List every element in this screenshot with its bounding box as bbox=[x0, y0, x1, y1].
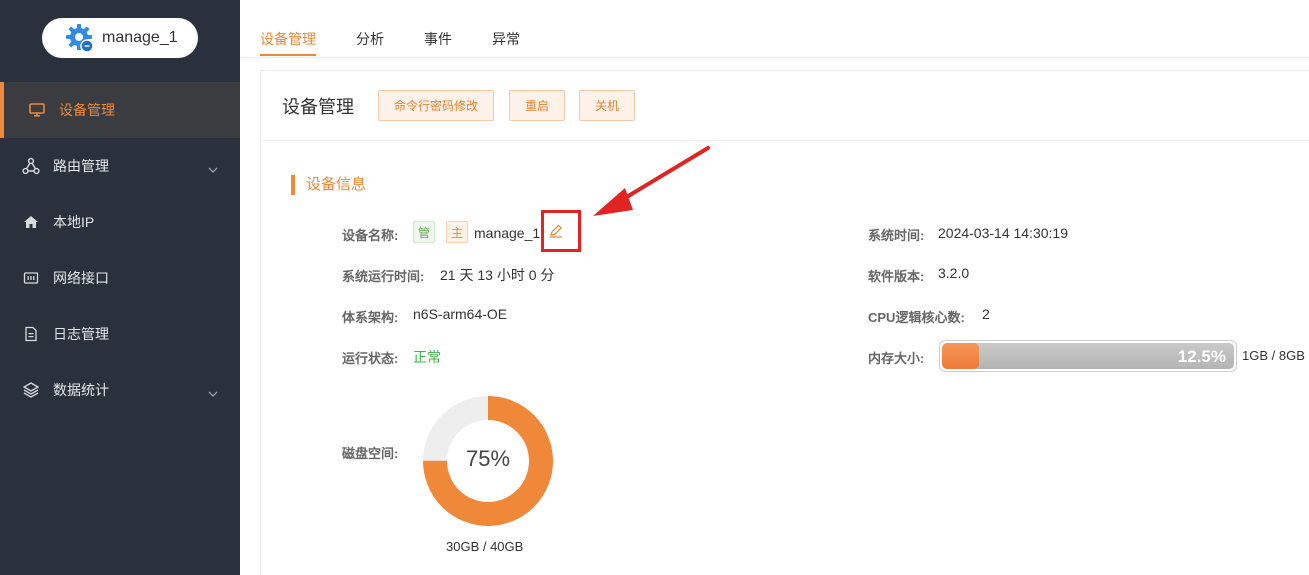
memory-label: 内存大小: bbox=[868, 351, 925, 366]
document-icon bbox=[22, 325, 40, 343]
tab-exceptions[interactable]: 异常 bbox=[492, 29, 520, 49]
memory-progress-fill bbox=[942, 343, 979, 369]
disk-label: 磁盘空间: bbox=[342, 446, 399, 461]
status-value: 正常 bbox=[413, 349, 441, 365]
device-name-label: 设备名称: bbox=[342, 228, 399, 243]
sidebar-item-label: 路由管理 bbox=[53, 158, 109, 174]
tab-device-management[interactable]: 设备管理 bbox=[260, 29, 316, 49]
sidebar-item-label: 本地IP bbox=[53, 214, 95, 230]
sidebar-item-log-management[interactable]: 日志管理 bbox=[0, 306, 240, 362]
software-version-value: 3.2.0 bbox=[938, 265, 970, 281]
device-management-card: 设备管理 命令行密码修改 重启 关机 bbox=[260, 70, 1309, 575]
layers-icon bbox=[22, 381, 40, 399]
sidebar-item-device-management[interactable]: 设备管理 bbox=[0, 82, 240, 138]
uptime-label: 系统运行时间: bbox=[342, 269, 425, 284]
memory-size: 1GB / 8GB bbox=[1242, 348, 1305, 363]
software-version-label: 软件版本: bbox=[868, 269, 925, 284]
master-tag: 主 bbox=[446, 221, 468, 243]
active-tab-indicator bbox=[260, 54, 316, 56]
manage-tag: 管 bbox=[413, 221, 435, 243]
chevron-down-icon bbox=[208, 160, 218, 176]
sidebar-item-route-management[interactable]: 路由管理 bbox=[0, 138, 240, 194]
sidebar: manage_1 设备管理 路由管理 本地IP 网络接口 日志管理 数据统计 bbox=[0, 0, 240, 575]
status-label: 运行状态: bbox=[342, 351, 399, 366]
device-selector[interactable]: manage_1 bbox=[42, 18, 198, 58]
shutdown-button[interactable]: 关机 bbox=[579, 90, 635, 121]
sidebar-item-local-ip[interactable]: 本地IP bbox=[0, 194, 240, 250]
sidebar-item-data-statistics[interactable]: 数据统计 bbox=[0, 362, 240, 418]
sidebar-item-label: 设备管理 bbox=[59, 102, 115, 118]
chevron-down-icon bbox=[208, 384, 218, 400]
sidebar-menu: 设备管理 路由管理 本地IP 网络接口 日志管理 数据统计 bbox=[0, 82, 240, 418]
sidebar-item-network-interface[interactable]: 网络接口 bbox=[0, 250, 240, 306]
sidebar-item-label: 数据统计 bbox=[53, 382, 109, 398]
cpu-cores-value: 2 bbox=[982, 306, 990, 322]
uptime-value: 21 天 13 小时 0 分 bbox=[440, 267, 555, 283]
gear-icon bbox=[65, 23, 95, 53]
system-time-value: 2024-03-14 14:30:19 bbox=[938, 225, 1068, 241]
network-port-icon bbox=[22, 269, 40, 287]
annotation-arrow-icon bbox=[593, 146, 710, 216]
top-tabs: 设备管理 分析 事件 异常 bbox=[240, 0, 1309, 58]
memory-progress-track: 12.5% bbox=[942, 343, 1234, 369]
tab-analysis[interactable]: 分析 bbox=[356, 29, 384, 49]
topology-icon bbox=[22, 157, 40, 175]
arch-value: n6S-arm64-OE bbox=[413, 306, 508, 322]
cli-password-button[interactable]: 命令行密码修改 bbox=[378, 90, 494, 121]
card-title: 设备管理 bbox=[282, 97, 354, 117]
disk-percent: 75% bbox=[465, 446, 511, 471]
arch-label: 体系架构: bbox=[342, 310, 399, 325]
tab-events[interactable]: 事件 bbox=[424, 29, 452, 49]
memory-percent: 12.5% bbox=[1177, 347, 1226, 366]
reboot-button[interactable]: 重启 bbox=[509, 90, 565, 121]
cpu-cores-label: CPU逻辑核心数: bbox=[868, 310, 965, 325]
device-name-value: manage_1 bbox=[474, 225, 541, 241]
disk-size: 30GB / 40GB bbox=[446, 539, 524, 554]
sidebar-item-label: 网络接口 bbox=[53, 270, 109, 286]
memory-progress-bar: 12.5% bbox=[939, 340, 1237, 372]
edit-highlight-box bbox=[541, 210, 581, 252]
system-time-label: 系统时间: bbox=[868, 228, 925, 243]
home-icon bbox=[22, 213, 40, 231]
section-title: 设备信息 bbox=[291, 175, 366, 195]
card-header: 设备管理 命令行密码修改 重启 关机 bbox=[261, 71, 1309, 141]
device-name-label: manage_1 bbox=[102, 29, 178, 46]
monitor-icon bbox=[28, 101, 46, 119]
sidebar-item-label: 日志管理 bbox=[53, 326, 109, 342]
